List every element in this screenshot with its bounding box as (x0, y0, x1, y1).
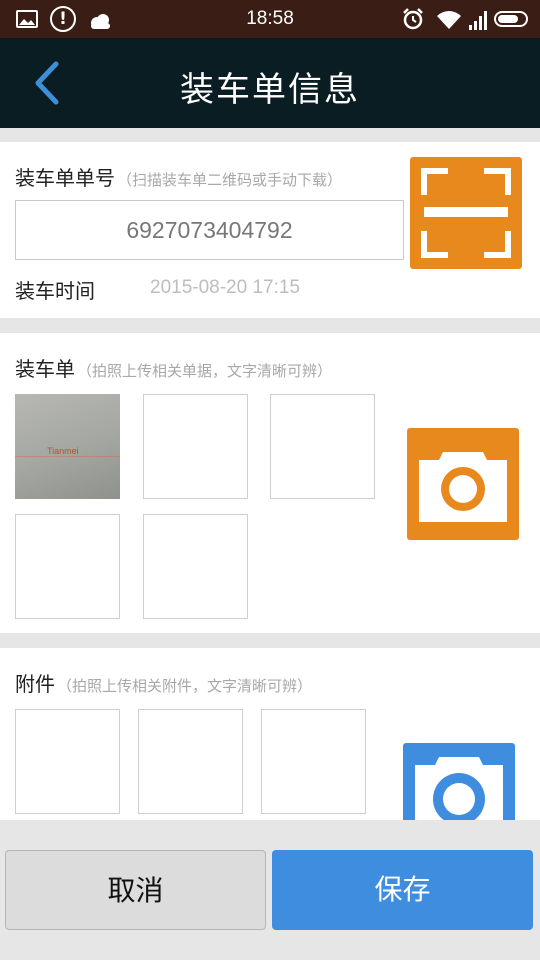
battery-icon (494, 11, 528, 27)
cancel-button[interactable]: 取消 (5, 850, 266, 930)
attachments-label: 附件 (15, 672, 55, 696)
loading-sheet-hint: （拍照上传相关单据，文字清晰可辨） (77, 362, 333, 380)
attachments-hint: （拍照上传相关附件，文字清晰可辨） (57, 677, 313, 695)
camera-icon (419, 452, 507, 522)
order-label: 装车单单号 (15, 166, 115, 190)
order-label-row: 装车单单号 （扫描装车单二维码或手动下载） (15, 162, 342, 191)
scan-icon (421, 168, 511, 258)
page-title: 装车单信息 (180, 70, 360, 110)
loading-sheet-camera-button[interactable] (407, 428, 519, 540)
attachment-photo-slot[interactable] (138, 709, 243, 814)
wifi-icon (437, 11, 461, 29)
camera-icon (415, 757, 503, 820)
order-number-input[interactable]: 6927073404792 (15, 200, 404, 260)
scan-button[interactable] (410, 157, 522, 269)
attachment-photo-slot[interactable] (261, 709, 366, 814)
attachments-section: 附件 （拍照上传相关附件，文字清晰可辨） (0, 648, 540, 820)
attachment-photo-slot[interactable] (15, 709, 120, 814)
loading-sheet-label: 装车单 (15, 357, 75, 381)
load-time-value: 2015-08-20 17:15 (150, 277, 301, 298)
load-time-label: 装车时间 (15, 279, 95, 303)
loading-sheet-photo-slot[interactable] (143, 394, 248, 499)
loading-sheet-photo-slot[interactable] (15, 514, 120, 619)
order-section: 装车单单号 （扫描装车单二维码或手动下载） 6927073404792 装车时间 … (0, 142, 540, 318)
thumbnail-text: Tianmei (47, 446, 79, 456)
thumbnail-line (15, 456, 120, 457)
status-bar: ! 18:58 (0, 0, 540, 38)
loading-sheet-section: 装车单 （拍照上传相关单据，文字清晰可辨） Tianmei (0, 333, 540, 633)
alarm-icon (403, 8, 423, 30)
attachment-camera-button[interactable] (403, 743, 515, 820)
signal-icon (469, 11, 487, 30)
loading-sheet-photo-thumbnail[interactable]: Tianmei (15, 394, 120, 499)
order-hint: （扫描装车单二维码或手动下载） (117, 171, 343, 189)
loading-sheet-photo-slot[interactable] (270, 394, 375, 499)
attachments-label-row: 附件 （拍照上传相关附件，文字清晰可辨） (15, 668, 312, 697)
loading-sheet-label-row: 装车单 （拍照上传相关单据，文字清晰可辨） (15, 353, 332, 382)
save-button[interactable]: 保存 (272, 850, 533, 930)
loading-sheet-photo-slot[interactable] (143, 514, 248, 619)
nav-bar: 装车单信息 (0, 38, 540, 128)
